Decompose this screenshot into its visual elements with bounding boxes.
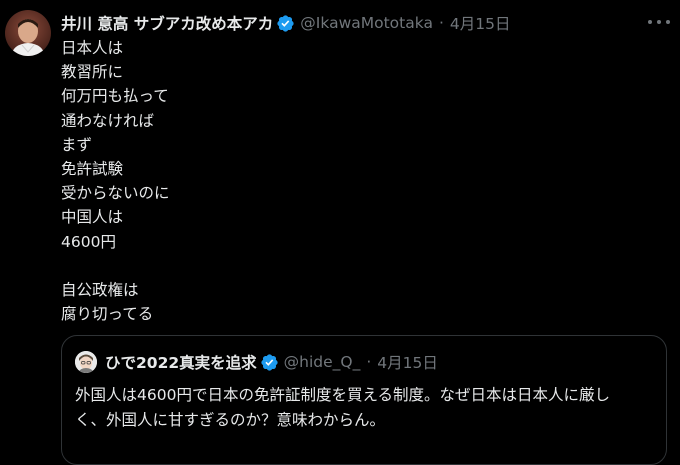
tweet-body: 日本人は 教習所に 何万円も払って 通わなければ まず 免許試験 受からないのに… <box>61 36 170 326</box>
tweet-body-line: 教習所に <box>61 63 124 82</box>
tweet-body-line: まず <box>61 135 93 154</box>
tweet-body-line: 受からないのに <box>61 184 170 203</box>
tweet-body-line: 4600円 <box>61 232 116 251</box>
quoted-tweet-body: 外国人は4600円で日本の免許証制度を買える制度。なぜ日本は日本人に厳し く、外… <box>75 383 659 432</box>
tweet-body-line: 免許試験 <box>61 159 124 178</box>
author-name[interactable]: 井川 意高 サブアカ改め本アカ <box>61 12 273 34</box>
more-options-icon[interactable] <box>648 13 670 31</box>
author-avatar[interactable] <box>5 10 51 56</box>
tweet-body-line: 自公政権は <box>61 280 139 299</box>
tweet-body-line: 日本人は <box>61 39 124 57</box>
separator-dot: · <box>438 14 444 32</box>
quoted-tweet-header: ひで2022真実を追求 @hide_Q_ · 4月15日 <box>75 351 438 373</box>
tweet-body-line: 何万円も払って <box>61 87 169 106</box>
quoted-body-line: 外国人は4600円で日本の免許証制度を買える制度。なぜ日本は日本人に厳し <box>75 386 610 404</box>
verified-badge-icon[interactable] <box>276 14 295 33</box>
more-dot <box>666 20 670 24</box>
tweet-body-line: 通わなければ <box>61 111 155 130</box>
tweet-body-line: 中国人は <box>61 208 124 227</box>
more-dot <box>657 20 661 24</box>
author-handle[interactable]: @IkawaMototaka <box>300 14 433 32</box>
tweet-body-line <box>61 254 170 278</box>
tweet-date[interactable]: 4月15日 <box>450 12 511 34</box>
quoted-tweet-date[interactable]: 4月15日 <box>377 351 438 373</box>
quoted-body-line: く、外国人に甘すぎるのか？意味わからん。 <box>75 410 386 429</box>
verified-badge-icon[interactable] <box>260 353 279 372</box>
quoted-author-avatar[interactable] <box>75 351 97 373</box>
quoted-author-handle[interactable]: @hide_Q_ <box>284 353 361 371</box>
quoted-tweet-card[interactable]: ひで2022真実を追求 @hide_Q_ · 4月15日 外国人は4600円で日… <box>61 335 667 465</box>
separator-dot: · <box>366 353 372 371</box>
more-dot <box>648 20 652 24</box>
tweet-body-line: 腐り切ってる <box>61 305 154 324</box>
tweet-header: 井川 意高 サブアカ改め本アカ @IkawaMototaka · 4月15日 <box>61 11 510 35</box>
quoted-author-name[interactable]: ひで2022真実を追求 <box>105 351 257 373</box>
